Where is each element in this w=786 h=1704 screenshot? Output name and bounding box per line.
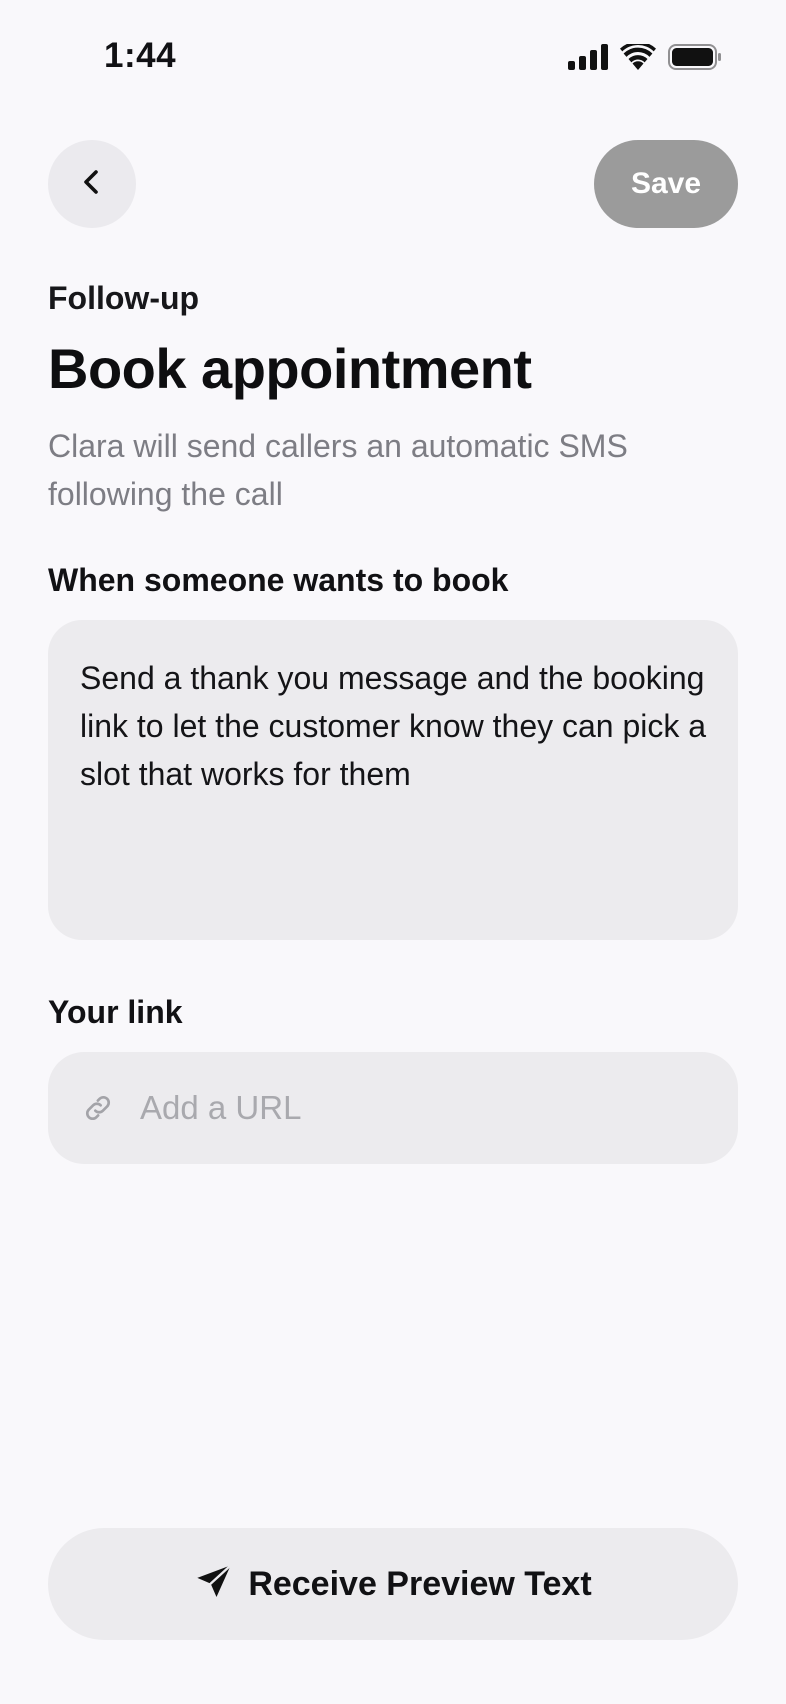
receive-preview-label: Receive Preview Text: [248, 1564, 592, 1603]
message-textarea[interactable]: Send a thank you message and the booking…: [48, 620, 738, 940]
receive-preview-button[interactable]: Receive Preview Text: [48, 1528, 738, 1640]
back-button[interactable]: [48, 140, 136, 228]
paper-plane-icon: [194, 1562, 234, 1607]
battery-icon: [668, 44, 722, 75]
page-title: Book appointment: [48, 337, 532, 400]
page-description: Clara will send callers an automatic SMS…: [48, 428, 628, 512]
link-label: Your link: [48, 994, 183, 1030]
trigger-label: When someone wants to book: [48, 562, 509, 598]
status-bar: 1:44: [0, 0, 786, 110]
url-input[interactable]: Add a URL: [48, 1052, 738, 1164]
status-icons: [568, 41, 722, 75]
url-placeholder: Add a URL: [140, 1089, 302, 1126]
link-icon: [80, 1090, 116, 1126]
eyebrow-label: Follow-up: [48, 280, 200, 316]
status-time: 1:44: [104, 36, 177, 75]
cellular-signal-icon: [568, 44, 608, 75]
chevron-left-icon: [77, 167, 107, 202]
save-button[interactable]: Save: [594, 140, 738, 228]
wifi-icon: [620, 41, 656, 75]
